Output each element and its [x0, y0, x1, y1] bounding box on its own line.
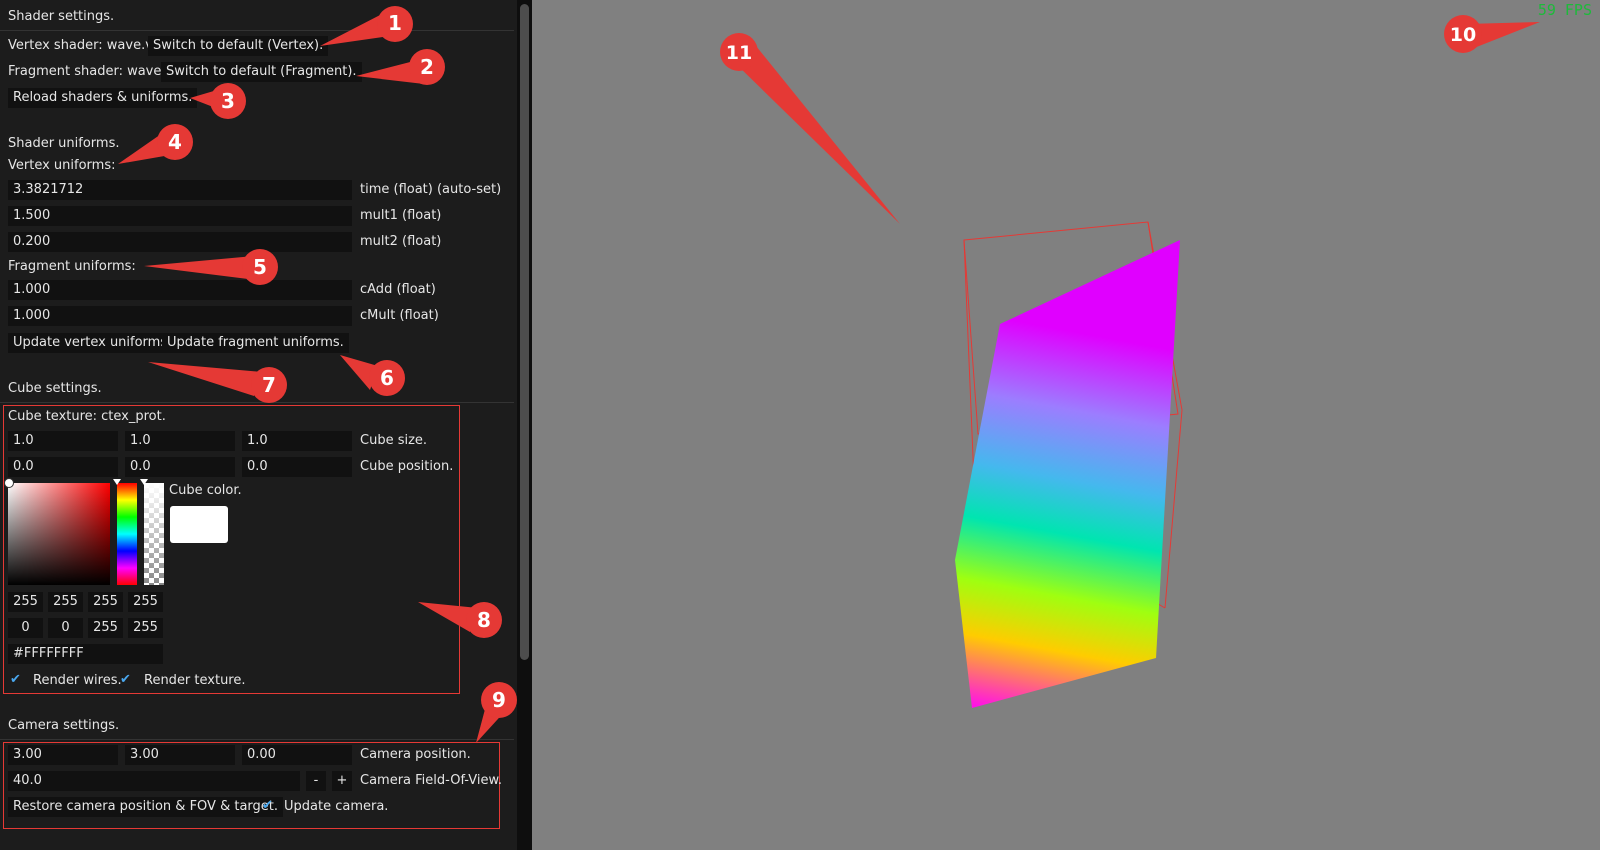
fps-counter: 59 FPS — [1537, 1, 1592, 19]
color-a-input[interactable]: 255 — [128, 592, 163, 612]
settings-panel: Shader settings. Vertex shader: wave.vs … — [0, 0, 532, 850]
uniform-time-input[interactable]: 3.3821712 — [8, 180, 352, 200]
cube-size-label: Cube size. — [360, 433, 428, 448]
render-wires-checkbox[interactable]: ✔ — [10, 671, 21, 689]
camera-fov-decrease-button[interactable]: - — [306, 771, 326, 791]
vertex-shader-label: Vertex shader: wave.vs — [8, 38, 160, 53]
3d-viewport[interactable]: 59 FPS — [532, 0, 1600, 850]
color-v-input[interactable]: 255 — [88, 618, 123, 638]
alpha-slider-arrow-icon — [140, 479, 148, 485]
update-fragment-uniforms-button[interactable]: Update fragment uniforms. — [162, 333, 349, 353]
render-texture-label: Render texture. — [144, 673, 246, 688]
fragment-uniforms-header: Fragment uniforms: — [8, 259, 136, 274]
alpha-slider-gradient — [144, 483, 164, 585]
update-camera-checkbox[interactable]: ✔ — [262, 797, 273, 815]
camera-fov-increase-button[interactable]: + — [332, 771, 352, 791]
shader-settings-header: Shader settings. — [8, 9, 115, 24]
cube-position-label: Cube position. — [360, 459, 454, 474]
color-s-input[interactable]: 0 — [48, 618, 83, 638]
cube-position-x-input[interactable]: 0.0 — [8, 457, 118, 477]
camera-fov-input[interactable]: 40.0 — [8, 771, 300, 791]
cube-size-y-input[interactable]: 1.0 — [125, 431, 235, 451]
switch-default-vertex-button[interactable]: Switch to default (Vertex). — [148, 36, 329, 56]
cube-size-x-input[interactable]: 1.0 — [8, 431, 118, 451]
fragment-shader-label: Fragment shader: wave.fs — [8, 64, 177, 79]
divider — [0, 30, 514, 31]
uniform-mult2-label: mult2 (float) — [360, 234, 442, 249]
uniform-cmult-label: cMult (float) — [360, 308, 439, 323]
uniform-cadd-label: cAdd (float) — [360, 282, 436, 297]
cube-color-swatch[interactable] — [170, 506, 228, 543]
panel-scrollbar-thumb[interactable] — [520, 4, 529, 660]
color-saturation-value-area[interactable] — [8, 483, 110, 585]
render-texture-checkbox[interactable]: ✔ — [120, 671, 131, 689]
wave-plane — [955, 240, 1180, 708]
cube-size-z-input[interactable]: 1.0 — [242, 431, 352, 451]
color-h-input[interactable]: 0 — [8, 618, 43, 638]
cube-texture-label: Cube texture: ctex_prot. — [8, 409, 166, 424]
render-wires-label: Render wires. — [33, 673, 122, 688]
uniform-mult1-input[interactable]: 1.500 — [8, 206, 352, 226]
camera-settings-header: Camera settings. — [8, 718, 120, 733]
uniform-mult1-label: mult1 (float) — [360, 208, 442, 223]
hue-slider[interactable] — [117, 483, 137, 585]
viewport-canvas — [955, 221, 1183, 708]
uniform-cmult-input[interactable]: 1.000 — [8, 306, 352, 326]
hue-slider-arrow-icon — [113, 479, 121, 485]
color-picker-handle[interactable] — [4, 478, 14, 488]
divider — [0, 739, 514, 740]
divider — [0, 402, 514, 403]
camera-fov-label: Camera Field-Of-View. — [360, 773, 503, 788]
switch-default-fragment-button[interactable]: Switch to default (Fragment). — [161, 62, 362, 82]
cube-settings-header: Cube settings. — [8, 381, 102, 396]
camera-position-x-input[interactable]: 3.00 — [8, 745, 118, 765]
update-vertex-uniforms-button[interactable]: Update vertex uniforms. — [8, 333, 177, 353]
uniform-cadd-input[interactable]: 1.000 — [8, 280, 352, 300]
uniform-time-label: time (float) (auto-set) — [360, 182, 502, 197]
camera-position-y-input[interactable]: 3.00 — [125, 745, 235, 765]
update-camera-label: Update camera. — [284, 799, 389, 814]
reload-shaders-button[interactable]: Reload shaders & uniforms. — [8, 88, 198, 108]
color-alpha-input[interactable]: 255 — [128, 618, 163, 638]
color-b-input[interactable]: 255 — [88, 592, 123, 612]
restore-camera-button[interactable]: Restore camera position & FOV & target. — [8, 797, 284, 817]
color-g-input[interactable]: 255 — [48, 592, 83, 612]
uniform-mult2-input[interactable]: 0.200 — [8, 232, 352, 252]
color-r-input[interactable]: 255 — [8, 592, 43, 612]
color-hex-input[interactable]: #FFFFFFFF — [8, 644, 163, 664]
shader-uniforms-header: Shader uniforms. — [8, 136, 120, 151]
cube-position-z-input[interactable]: 0.0 — [242, 457, 352, 477]
cube-color-label: Cube color. — [169, 483, 242, 498]
vertex-uniforms-header: Vertex uniforms: — [8, 158, 116, 173]
cube-position-y-input[interactable]: 0.0 — [125, 457, 235, 477]
camera-position-label: Camera position. — [360, 747, 471, 762]
camera-position-z-input[interactable]: 0.00 — [242, 745, 352, 765]
